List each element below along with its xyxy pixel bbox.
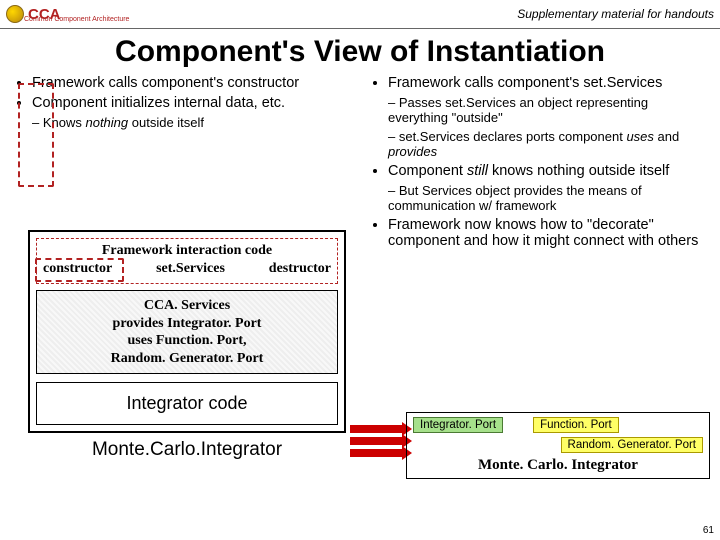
left-bullet-1: Framework calls component's constructor <box>32 75 354 91</box>
port-random: Random. Generator. Port <box>561 437 703 453</box>
page-number: 61 <box>703 525 714 536</box>
port-integrator: Integrator. Port <box>413 417 503 433</box>
arrow-icon <box>350 425 402 465</box>
ports-row-2: Random. Generator. Port <box>413 437 703 453</box>
framework-interaction-box: Framework interaction code constructor s… <box>36 238 338 284</box>
content-columns: Framework calls component's constructor … <box>0 75 720 253</box>
fw-destructor: destructor <box>269 261 331 277</box>
right-bullet-3: Framework now knows how to "decorate" co… <box>388 217 710 249</box>
right-sub-2: set.Services declares ports component us… <box>388 129 710 159</box>
left-sub-1: Knows nothing outside itself <box>32 115 354 130</box>
port-function: Function. Port <box>533 417 619 433</box>
fw-title: Framework interaction code <box>43 243 331 259</box>
right-bullet-2: Component still knows nothing outside it… <box>388 163 710 179</box>
fw-row: constructor set.Services destructor <box>43 261 331 277</box>
right-sub-3: But Services object provides the means o… <box>388 183 710 213</box>
ports-label: Monte. Carlo. Integrator <box>413 457 703 474</box>
diagram-label: Monte.Carlo.Integrator <box>28 439 346 461</box>
left-bullet-2: Component initializes internal data, etc… <box>32 95 354 111</box>
logo-icon <box>6 5 24 23</box>
ports-panel: Integrator. Port Function. Port Random. … <box>406 412 710 479</box>
header-bar: CCA Common Component Architecture Supple… <box>0 0 720 29</box>
supplementary-note: Supplementary material for handouts <box>517 7 714 21</box>
svc-line-1: CCA. Services <box>41 297 333 315</box>
fw-setservices: set.Services <box>156 261 225 277</box>
services-box: CCA. Services provides Integrator. Port … <box>36 290 338 374</box>
component-diagram: Framework interaction code constructor s… <box>28 230 346 461</box>
left-column: Framework calls component's constructor … <box>10 75 354 253</box>
fw-constructor: constructor <box>43 261 112 277</box>
slide-title: Component's View of Instantiation <box>0 35 720 69</box>
svc-line-2: provides Integrator. Port <box>41 315 333 333</box>
right-column: Framework calls component's set.Services… <box>366 75 710 253</box>
right-sub-1: Passes set.Services an object representi… <box>388 95 710 125</box>
integrator-code-box: Integrator code <box>36 382 338 425</box>
svc-line-4: Random. Generator. Port <box>41 350 333 368</box>
logo-subtitle: Common Component Architecture <box>24 16 129 23</box>
svc-line-3: uses Function. Port, <box>41 332 333 350</box>
right-bullet-1: Framework calls component's set.Services <box>388 75 710 91</box>
ports-row-1: Integrator. Port Function. Port <box>413 417 703 433</box>
outer-box: Framework interaction code constructor s… <box>28 230 346 433</box>
